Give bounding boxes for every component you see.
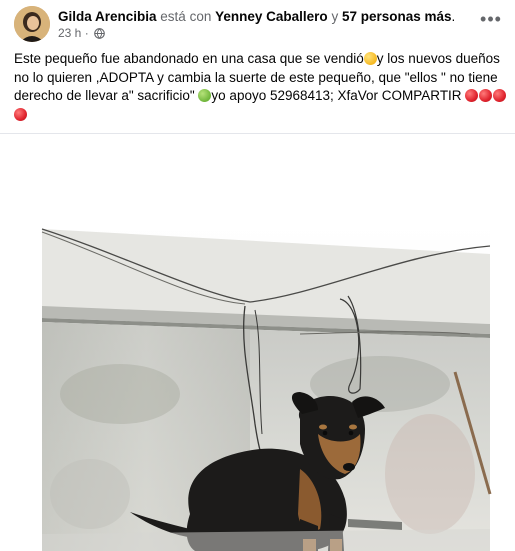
- red-circle-emoji-icon: [14, 107, 27, 121]
- period: .: [451, 9, 456, 24]
- red-circle-emoji-icon: [493, 89, 507, 102]
- post-text-part1: Este pequeño fue abandonado en una casa …: [14, 51, 364, 66]
- post-text: Este pequeño fue abandonado en una casa …: [14, 50, 508, 124]
- red-circle-emoji-icon: [465, 89, 479, 102]
- and-text: y: [331, 9, 339, 24]
- post-photo[interactable]: [0, 134, 515, 551]
- dog-photo-image: [0, 134, 515, 551]
- with-text: está con: [160, 9, 212, 24]
- author-name[interactable]: Gilda Arencibia: [58, 9, 157, 24]
- meta-dot: ·: [84, 26, 89, 40]
- post-time[interactable]: 23 h: [58, 26, 81, 40]
- crying-face-emoji-icon: [363, 52, 377, 65]
- globe-icon[interactable]: [94, 28, 105, 42]
- post-text-part3: yo apoyo 52968413; XfaVor COMPARTIR: [211, 88, 466, 103]
- post-header: Gilda Arencibia está con Yenney Caballer…: [14, 6, 505, 44]
- more-options-icon[interactable]: •••: [477, 10, 505, 34]
- sick-face-emoji-icon: [198, 89, 212, 102]
- post-meta: 23 h ·: [58, 26, 105, 42]
- post-author-line: Gilda Arencibia está con Yenney Caballer…: [58, 8, 455, 25]
- author-avatar[interactable]: [14, 6, 50, 42]
- tagged-others[interactable]: 57 personas más: [342, 9, 452, 24]
- red-circle-emoji-icon: [479, 89, 493, 102]
- tagged-user[interactable]: Yenney Caballero: [215, 9, 328, 24]
